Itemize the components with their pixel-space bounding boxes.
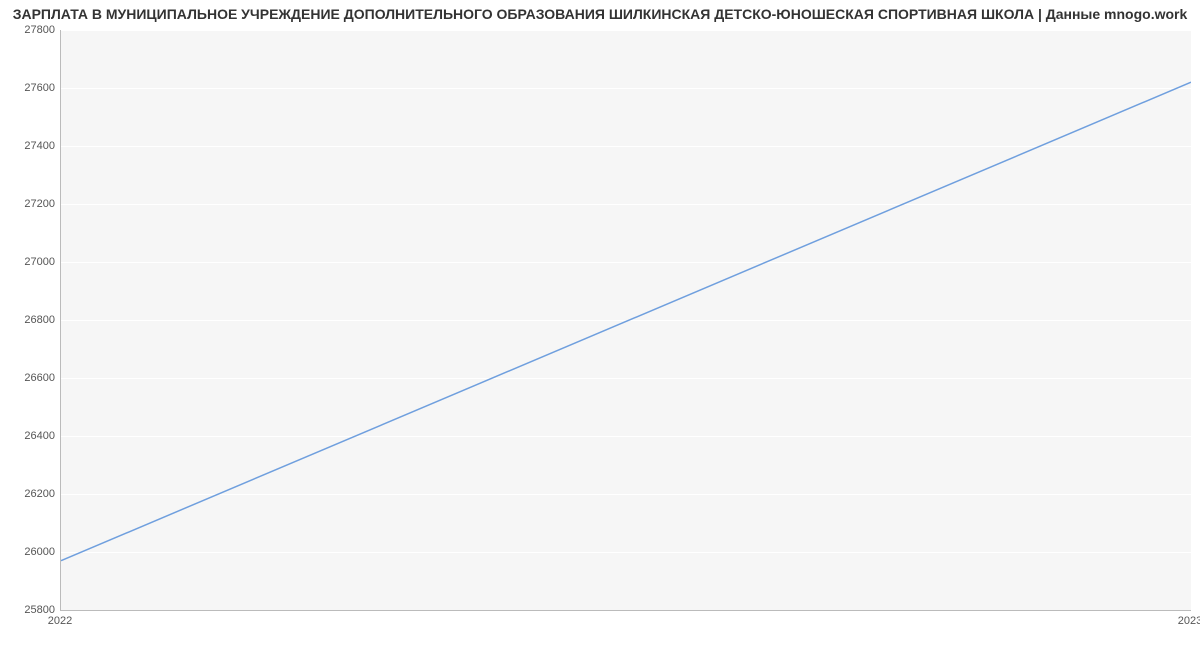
y-tick-label: 26600: [0, 372, 55, 384]
y-tick-label: 26200: [0, 488, 55, 500]
chart-container: ЗАРПЛАТА В МУНИЦИПАЛЬНОЕ УЧРЕЖДЕНИЕ ДОПО…: [0, 0, 1200, 650]
y-tick-label: 27000: [0, 256, 55, 268]
y-tick-label: 27400: [0, 140, 55, 152]
y-tick-label: 26400: [0, 430, 55, 442]
chart-title: ЗАРПЛАТА В МУНИЦИПАЛЬНОЕ УЧРЕЖДЕНИЕ ДОПО…: [0, 6, 1200, 22]
x-tick-label: 2023: [1178, 615, 1200, 627]
y-tick-label: 26800: [0, 314, 55, 326]
y-tick-label: 27200: [0, 198, 55, 210]
y-tick-label: 25800: [0, 604, 55, 616]
y-tick-label: 27800: [0, 24, 55, 36]
y-tick-label: 26000: [0, 546, 55, 558]
plot-area: [60, 30, 1191, 611]
line-series: [61, 30, 1191, 610]
y-tick-label: 27600: [0, 82, 55, 94]
x-tick-label: 2022: [48, 615, 72, 627]
